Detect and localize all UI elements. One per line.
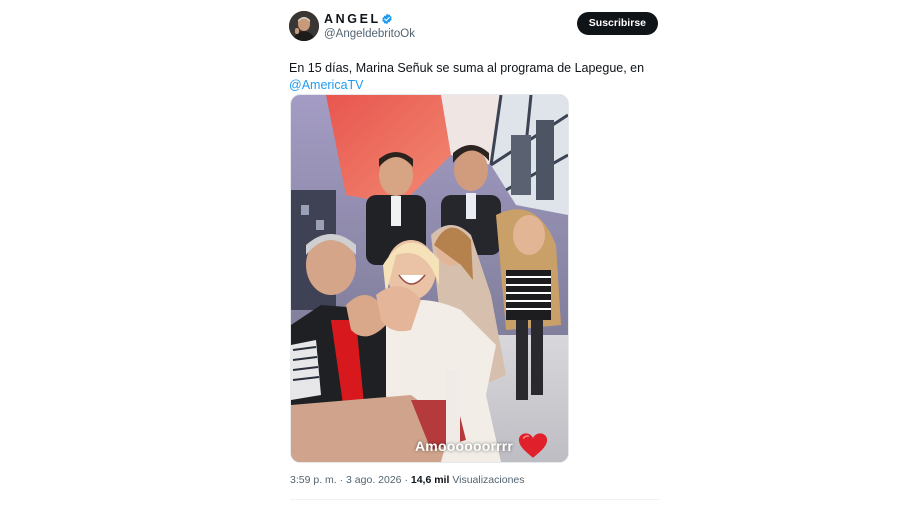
meta-separator-2: ·	[404, 474, 408, 486]
divider	[290, 499, 660, 500]
tweet-text: En 15 días, Marina Señuk se suma al prog…	[289, 60, 649, 94]
avatar-image	[289, 11, 319, 41]
selfie-photo	[291, 95, 568, 462]
tweet-time[interactable]: 3:59 p. m.	[290, 474, 337, 486]
tweet-photo[interactable]: Amoooooorrrr	[290, 94, 569, 463]
author-names: ANGEL @AngeldebritoOk	[324, 11, 415, 40]
photo-caption: Amoooooorrrr	[415, 432, 548, 459]
author-display-name[interactable]: ANGEL	[324, 12, 381, 26]
tweet-header: ANGEL @AngeldebritoOk Suscribirse	[289, 10, 661, 46]
tweet-date[interactable]: 3 ago. 2026	[346, 474, 401, 486]
author-handle[interactable]: @AngeldebritoOk	[324, 28, 415, 40]
meta-separator: ·	[339, 474, 344, 486]
avatar[interactable]	[289, 11, 319, 41]
mention-link[interactable]: @AmericaTV	[289, 77, 649, 94]
display-name-row: ANGEL	[324, 11, 415, 27]
views-label: Visualizaciones	[452, 474, 525, 486]
subscribe-button[interactable]: Suscribirse	[576, 12, 658, 35]
heart-icon	[519, 433, 548, 458]
views-count: 14,6 mil	[410, 474, 450, 486]
tweet-body-text: En 15 días, Marina Señuk se suma al prog…	[289, 61, 645, 75]
caption-text: Amoooooorrrr	[415, 437, 514, 454]
verified-badge-icon	[382, 13, 392, 25]
tweet-meta: 3:59 p. m. · 3 ago. 2026 · 14,6 mil Visu…	[290, 474, 525, 486]
tweet-card: ANGEL @AngeldebritoOk Suscribirse En 15 …	[289, 10, 661, 500]
